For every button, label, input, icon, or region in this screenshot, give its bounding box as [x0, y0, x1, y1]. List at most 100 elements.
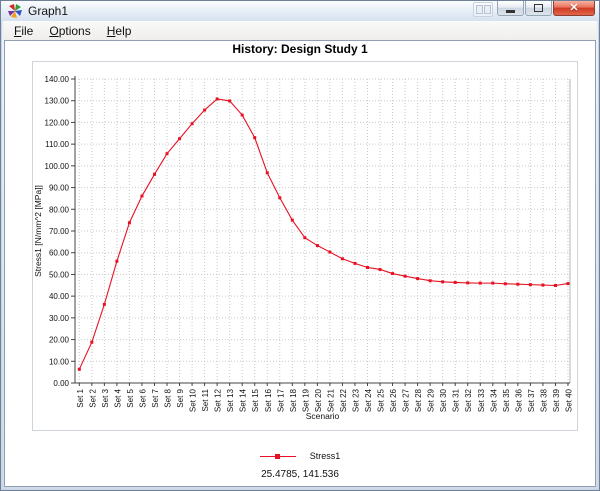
y-tick-label: 130.00	[45, 97, 70, 106]
y-tick-label: 70.00	[49, 227, 70, 236]
series-marker	[103, 303, 106, 306]
x-tick-label: Set 27	[402, 388, 411, 412]
x-tick-label: Set 9	[176, 388, 185, 407]
x-tick-label: Set 17	[276, 388, 285, 412]
y-tick-label: 100.00	[45, 162, 70, 171]
window-controls: ✕	[473, 1, 595, 17]
x-tick-label: Set 6	[138, 388, 147, 407]
series-marker	[191, 122, 194, 125]
x-tick-label: Set 37	[527, 388, 536, 412]
minimize-icon	[506, 10, 515, 13]
series-line	[79, 99, 568, 369]
y-tick-label: 10.00	[49, 357, 70, 366]
x-tick-label: Set 22	[339, 388, 348, 412]
x-tick-label: Set 39	[552, 388, 561, 412]
x-tick-label: Set 2	[88, 388, 97, 407]
legend: Stress1	[5, 449, 595, 463]
y-tick-label: 120.00	[45, 118, 70, 127]
menu-item-file[interactable]: File	[6, 22, 41, 40]
x-tick-label: Set 7	[151, 388, 160, 407]
series-marker	[554, 284, 557, 287]
series-marker	[429, 279, 432, 282]
minimize-button[interactable]	[497, 1, 524, 16]
y-tick-label: 30.00	[49, 314, 70, 323]
series-marker	[379, 268, 382, 271]
series-stress1	[78, 97, 570, 370]
series-marker	[566, 282, 569, 285]
series-marker	[441, 280, 444, 283]
series-marker	[454, 281, 457, 284]
series-marker	[491, 282, 494, 285]
series-marker	[353, 262, 356, 265]
close-icon: ✕	[569, 2, 578, 15]
x-tick-label: Set 18	[289, 388, 298, 412]
x-tick-label: Set 38	[539, 388, 548, 412]
menu-bar: FileOptionsHelp	[4, 21, 596, 40]
x-tick-label: Set 1	[76, 388, 85, 407]
x-tick-label: Set 29	[427, 388, 436, 412]
y-tick-label: 20.00	[49, 336, 70, 345]
series-marker	[78, 368, 81, 371]
x-tick-label: Set 30	[439, 388, 448, 412]
series-marker	[128, 221, 131, 224]
series-marker	[140, 195, 143, 198]
x-tick-label: Set 21	[326, 388, 335, 412]
y-tick-label: 80.00	[49, 205, 70, 214]
maximize-icon	[534, 4, 543, 12]
y-tick-label: 0.00	[53, 379, 69, 388]
x-tick-label: Set 16	[264, 388, 273, 412]
menu-item-help[interactable]: Help	[99, 22, 140, 40]
chart-panel: 0.0010.0020.0030.0040.0050.0060.0070.008…	[32, 61, 578, 431]
x-tick-label: Set 40	[564, 388, 573, 412]
series-marker	[366, 266, 369, 269]
series-marker	[404, 275, 407, 278]
x-tick-label: Set 11	[201, 388, 210, 411]
x-tick-label: Set 24	[364, 388, 373, 412]
x-tick-label: Set 10	[189, 388, 198, 412]
x-tick-label: Set 25	[377, 388, 386, 412]
y-tick-label: 90.00	[49, 184, 70, 193]
y-tick-label: 110.00	[45, 140, 69, 149]
close-button[interactable]: ✕	[553, 1, 595, 16]
x-tick-label: Set 36	[514, 388, 523, 412]
series-marker	[504, 282, 507, 285]
series-marker	[541, 284, 544, 287]
x-tick-label: Set 5	[126, 388, 135, 407]
x-tick-label: Set 15	[251, 388, 260, 412]
y-tick-label: 50.00	[49, 270, 70, 279]
series-marker	[529, 283, 532, 286]
chart-title: History: Design Study 1	[5, 42, 595, 56]
series-marker	[391, 272, 394, 275]
series-marker	[303, 236, 306, 239]
series-marker	[115, 260, 118, 263]
cursor-coordinates: 25.4785, 141.536	[5, 469, 595, 480]
series-marker	[90, 341, 93, 344]
x-tick-label: Set 4	[113, 388, 122, 407]
x-tick-label: Set 14	[239, 388, 248, 412]
series-marker	[291, 219, 294, 222]
x-tick-label: Set 34	[489, 388, 498, 412]
y-axis-title: Stress1 [N/mm^2 [MPa]]	[33, 185, 43, 277]
series-marker	[253, 136, 256, 139]
series-marker	[166, 152, 169, 155]
series-marker	[241, 114, 244, 117]
y-tick-label: 140.00	[45, 75, 70, 84]
legend-line	[260, 456, 296, 457]
x-tick-label: Set 12	[214, 388, 223, 412]
series-marker	[516, 283, 519, 286]
series-marker	[328, 251, 331, 254]
gridlines	[75, 79, 570, 383]
x-tick-label: Set 8	[164, 388, 173, 407]
x-tick-label: Set 28	[414, 388, 423, 412]
x-tick-label: Set 23	[351, 388, 360, 412]
x-tick-label: Set 33	[477, 388, 486, 412]
x-tick-label: Set 31	[452, 388, 461, 412]
x-axis-title: Scenario	[306, 411, 340, 421]
x-tick-label: Set 13	[226, 388, 235, 412]
x-tick-label: Set 19	[301, 388, 310, 412]
maximize-button[interactable]	[525, 1, 552, 16]
series-marker	[178, 137, 181, 140]
x-tick-label: Set 3	[101, 388, 110, 407]
series-marker	[466, 281, 469, 284]
menu-item-options[interactable]: Options	[41, 22, 98, 40]
